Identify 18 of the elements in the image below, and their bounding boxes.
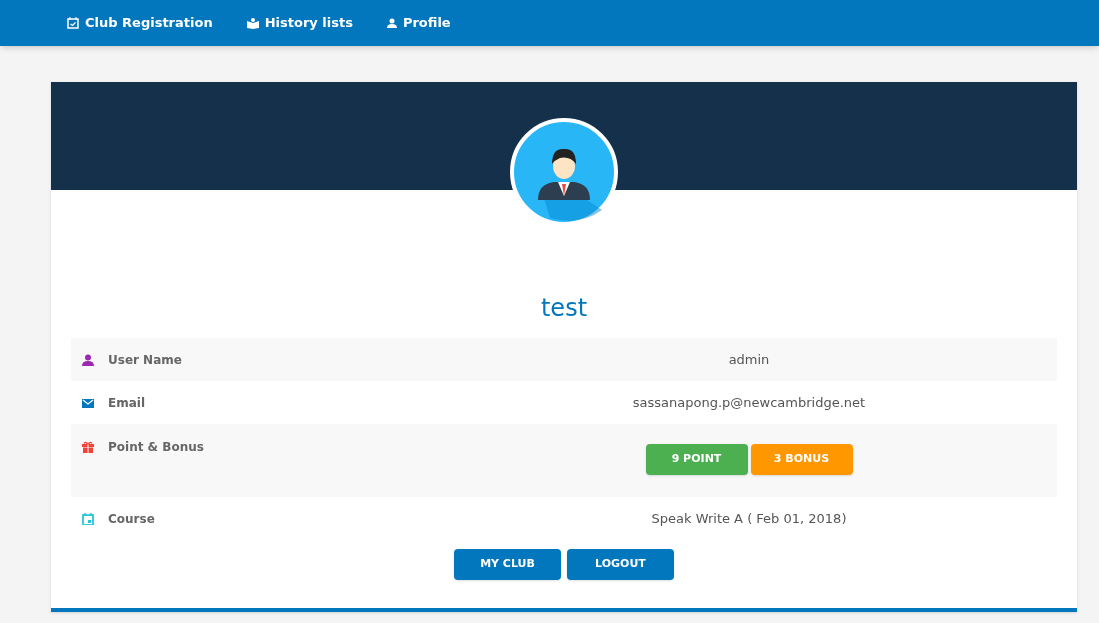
profile-name: test <box>539 293 589 322</box>
action-button[interactable]: MY CLUB <box>454 549 561 580</box>
nav-link[interactable]: Club Registration <box>67 13 213 33</box>
count-badge: 9 POINT <box>645 444 748 475</box>
nav-link[interactable]: History lists <box>246 13 353 33</box>
field-label: User Name <box>108 351 182 369</box>
action-button[interactable]: LOGOUT <box>567 549 674 580</box>
book-icon <box>246 17 259 29</box>
field-value: admin <box>728 350 770 369</box>
person-icon <box>386 18 397 28</box>
field-label: Email <box>108 394 146 412</box>
field-label: Point & Bonus <box>108 439 204 456</box>
count-badge: 3 BONUS <box>750 444 853 475</box>
field-value: sassanapong.p@newcambridge.net <box>632 393 866 412</box>
nav-link[interactable]: Profile <box>386 13 451 33</box>
field-label: Course <box>108 510 155 528</box>
calendar-check-icon <box>67 17 79 29</box>
field-value: Speak Write A ( Feb 01, 2018) <box>651 509 847 528</box>
